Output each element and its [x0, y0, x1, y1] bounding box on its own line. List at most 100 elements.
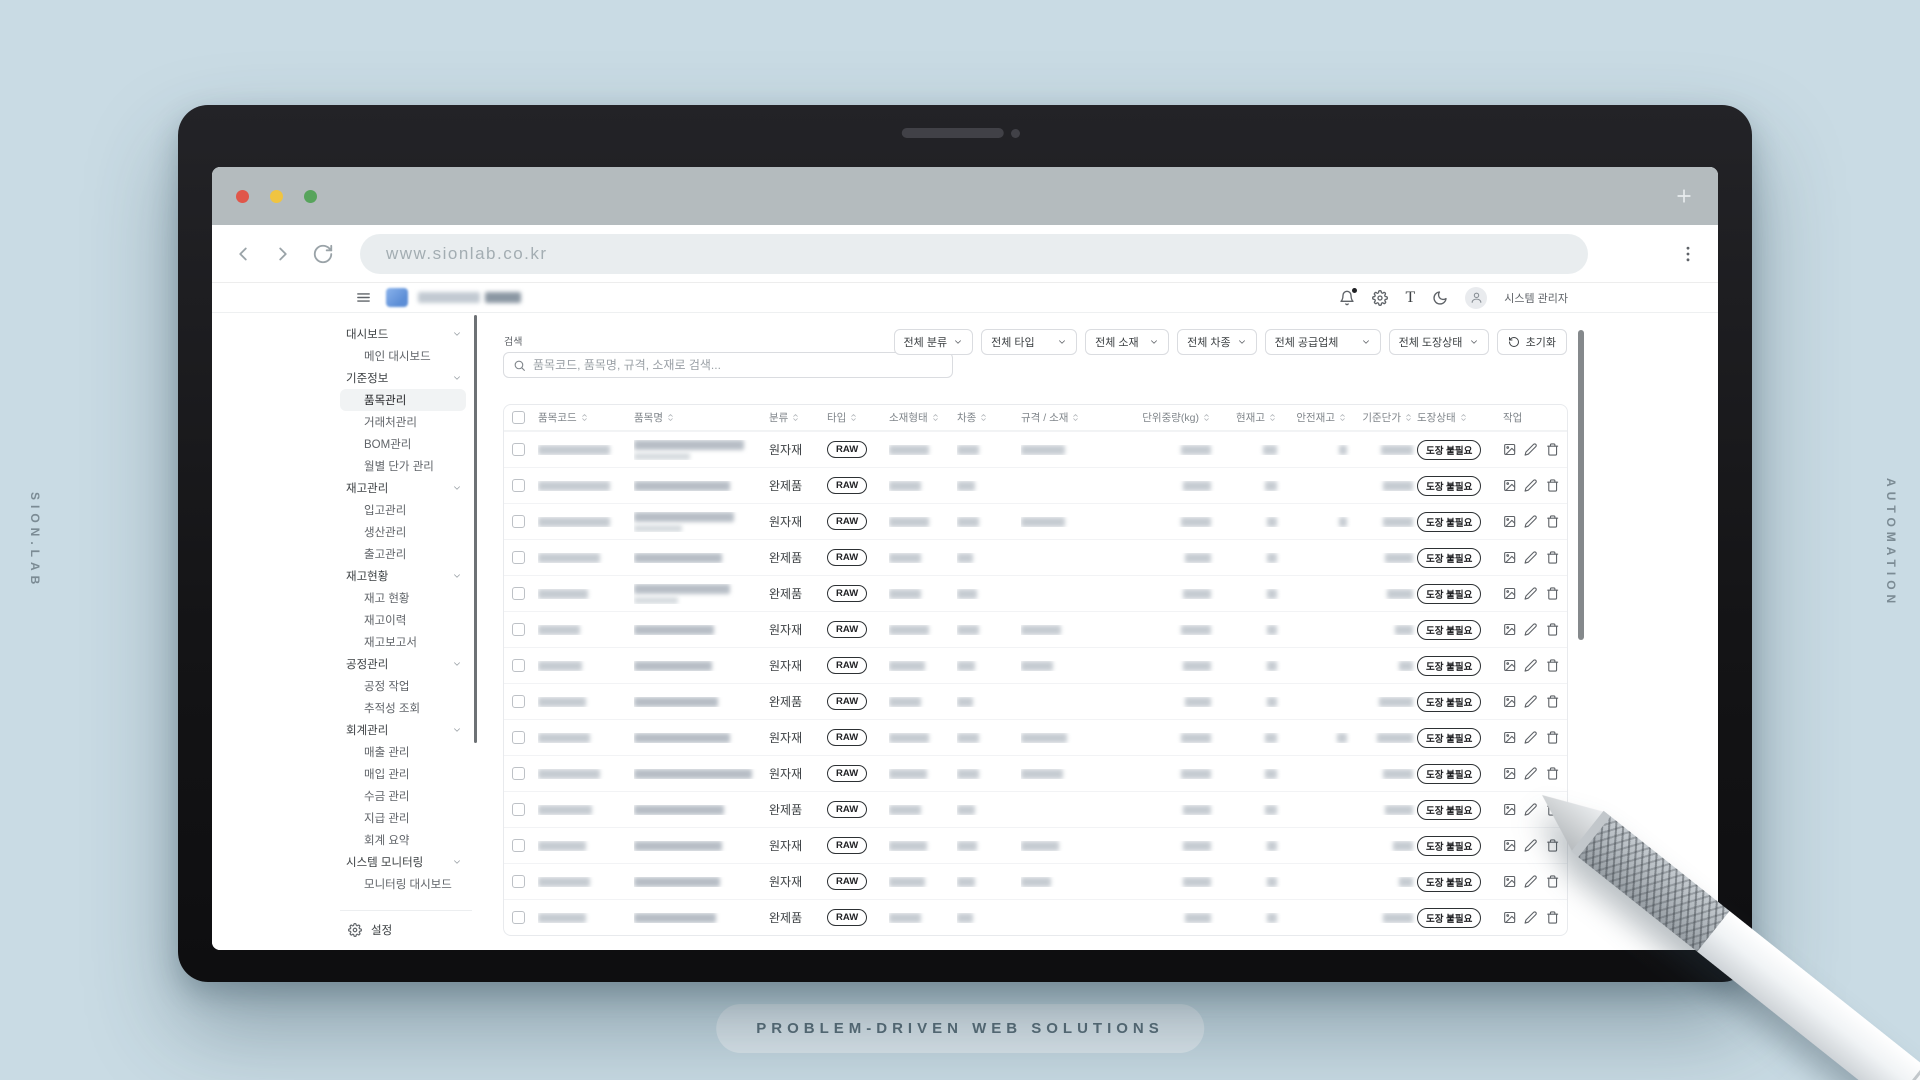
edit-icon[interactable]	[1524, 658, 1537, 673]
row-checkbox[interactable]	[512, 839, 525, 852]
zoom-window-button[interactable]	[304, 190, 317, 203]
sidebar-item[interactable]: 재고 현황	[340, 587, 466, 609]
row-checkbox[interactable]	[512, 551, 525, 564]
row-checkbox[interactable]	[512, 695, 525, 708]
delete-icon[interactable]	[1546, 658, 1559, 673]
edit-icon[interactable]	[1524, 622, 1537, 637]
edit-icon[interactable]	[1524, 478, 1537, 493]
edit-icon[interactable]	[1524, 730, 1537, 745]
sidebar-scrollbar[interactable]	[474, 315, 477, 743]
sidebar-item[interactable]: 재고이력	[340, 609, 466, 631]
sidebar-section-3[interactable]: 재고현황	[340, 565, 472, 587]
sidebar-item[interactable]: 지급 관리	[340, 807, 466, 829]
close-window-button[interactable]	[236, 190, 249, 203]
browser-menu-icon[interactable]	[1678, 244, 1698, 264]
search-input[interactable]	[533, 358, 943, 372]
minimize-window-button[interactable]	[270, 190, 283, 203]
row-checkbox[interactable]	[512, 587, 525, 600]
row-checkbox[interactable]	[512, 623, 525, 636]
edit-icon[interactable]	[1524, 766, 1537, 781]
filter-dropdown-2[interactable]: 전체 소재	[1085, 329, 1169, 355]
sidebar-item[interactable]: 입고관리	[340, 499, 466, 521]
delete-icon[interactable]	[1546, 622, 1559, 637]
sidebar-item[interactable]: 회계 요약	[340, 829, 466, 851]
reload-icon[interactable]	[312, 243, 334, 265]
row-checkbox[interactable]	[512, 767, 525, 780]
edit-icon[interactable]	[1524, 586, 1537, 601]
filter-dropdown-3[interactable]: 전체 차종	[1177, 329, 1257, 355]
delete-icon[interactable]	[1546, 694, 1559, 709]
edit-icon[interactable]	[1524, 442, 1537, 457]
view-image-icon[interactable]	[1503, 622, 1516, 637]
view-image-icon[interactable]	[1503, 802, 1516, 817]
sidebar-item[interactable]: 품목관리	[340, 389, 466, 411]
sidebar-item[interactable]: 매입 관리	[340, 763, 466, 785]
view-image-icon[interactable]	[1503, 874, 1516, 889]
view-image-icon[interactable]	[1503, 550, 1516, 565]
sidebar-item[interactable]: 생산관리	[340, 521, 466, 543]
filter-dropdown-1[interactable]: 전체 타입	[981, 329, 1077, 355]
view-image-icon[interactable]	[1503, 766, 1516, 781]
gear-icon[interactable]	[1372, 290, 1388, 306]
row-checkbox[interactable]	[512, 443, 525, 456]
sidebar-item[interactable]: 출고관리	[340, 543, 466, 565]
sidebar-section-2[interactable]: 재고관리	[340, 477, 472, 499]
view-image-icon[interactable]	[1503, 694, 1516, 709]
view-image-icon[interactable]	[1503, 442, 1516, 457]
edit-icon[interactable]	[1524, 694, 1537, 709]
edit-icon[interactable]	[1524, 910, 1537, 925]
delete-icon[interactable]	[1546, 874, 1559, 889]
sidebar-section-4[interactable]: 공정관리	[340, 653, 472, 675]
delete-icon[interactable]	[1546, 478, 1559, 493]
address-bar[interactable]: www.sionlab.co.kr	[360, 234, 1588, 274]
row-checkbox[interactable]	[512, 875, 525, 888]
delete-icon[interactable]	[1546, 586, 1559, 601]
sidebar-item[interactable]: 추적성 조회	[340, 697, 466, 719]
reset-filters-button[interactable]: 초기화	[1497, 329, 1567, 355]
sidebar-item[interactable]: 월별 단가 관리	[340, 455, 466, 477]
row-checkbox[interactable]	[512, 731, 525, 744]
edit-icon[interactable]	[1524, 550, 1537, 565]
view-image-icon[interactable]	[1503, 586, 1516, 601]
row-checkbox[interactable]	[512, 803, 525, 816]
select-all-checkbox[interactable]	[512, 411, 525, 424]
moon-icon[interactable]	[1432, 290, 1448, 306]
sidebar-item-settings[interactable]: 설정	[340, 910, 472, 938]
sidebar-item[interactable]: 매출 관리	[340, 741, 466, 763]
sidebar-section-1[interactable]: 기준정보	[340, 367, 472, 389]
filter-dropdown-0[interactable]: 전체 분류	[894, 329, 974, 355]
sidebar-item[interactable]: 공정 작업	[340, 675, 466, 697]
sidebar-item[interactable]: 재고보고서	[340, 631, 466, 653]
view-image-icon[interactable]	[1503, 730, 1516, 745]
delete-icon[interactable]	[1546, 442, 1559, 457]
view-image-icon[interactable]	[1503, 838, 1516, 853]
row-checkbox[interactable]	[512, 515, 525, 528]
back-icon[interactable]	[232, 243, 254, 265]
edit-icon[interactable]	[1524, 838, 1537, 853]
sidebar-item[interactable]: BOM관리	[340, 433, 466, 455]
forward-icon[interactable]	[272, 243, 294, 265]
row-checkbox[interactable]	[512, 479, 525, 492]
text-size-icon[interactable]: T	[1405, 290, 1415, 306]
delete-icon[interactable]	[1546, 730, 1559, 745]
filter-dropdown-4[interactable]: 전체 공급업체	[1265, 329, 1381, 355]
delete-icon[interactable]	[1546, 514, 1559, 529]
delete-icon[interactable]	[1546, 550, 1559, 565]
view-image-icon[interactable]	[1503, 658, 1516, 673]
sidebar-item[interactable]: 모니터링 대시보드	[340, 873, 466, 895]
hamburger-menu-icon[interactable]	[355, 289, 372, 306]
sidebar-item[interactable]: 메인 대시보드	[340, 345, 466, 367]
edit-icon[interactable]	[1524, 874, 1537, 889]
sidebar-item[interactable]: 수금 관리	[340, 785, 466, 807]
sidebar-section-6[interactable]: 시스템 모니터링	[340, 851, 472, 873]
sidebar-section-5[interactable]: 회계관리	[340, 719, 472, 741]
row-checkbox[interactable]	[512, 911, 525, 924]
bell-icon[interactable]	[1339, 290, 1355, 306]
view-image-icon[interactable]	[1503, 514, 1516, 529]
view-image-icon[interactable]	[1503, 478, 1516, 493]
avatar[interactable]	[1465, 287, 1487, 309]
edit-icon[interactable]	[1524, 514, 1537, 529]
view-image-icon[interactable]	[1503, 910, 1516, 925]
row-checkbox[interactable]	[512, 659, 525, 672]
filter-dropdown-5[interactable]: 전체 도장상태	[1389, 329, 1489, 355]
